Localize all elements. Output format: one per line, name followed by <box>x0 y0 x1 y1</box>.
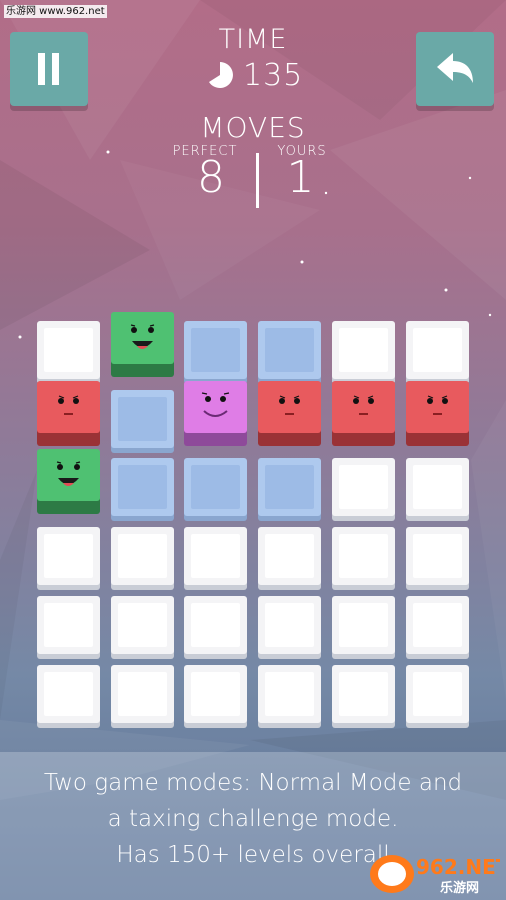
green-block[interactable] <box>37 449 100 501</box>
undo-arrow-icon <box>437 53 473 83</box>
white-tile[interactable] <box>332 458 395 516</box>
moves-divider <box>256 153 259 208</box>
caption-line-2: a taxing challenge mode. <box>107 806 399 832</box>
white-tile[interactable] <box>37 321 100 379</box>
white-tile[interactable] <box>406 458 469 516</box>
white-tile[interactable] <box>406 596 469 654</box>
green-face-icon <box>56 461 81 486</box>
pink-face-icon <box>201 392 230 417</box>
white-tile[interactable] <box>111 527 174 585</box>
red-face-icon <box>58 395 79 415</box>
white-tile[interactable] <box>332 596 395 654</box>
white-tile[interactable] <box>332 321 395 379</box>
blue-tile[interactable] <box>184 458 247 516</box>
game-board[interactable] <box>37 312 471 725</box>
white-tile[interactable] <box>406 527 469 585</box>
white-tile[interactable] <box>258 665 321 723</box>
logo-sub-text: 乐游网 <box>440 880 479 896</box>
white-tile[interactable] <box>184 527 247 585</box>
logo-brand-text: 962.NET <box>416 855 500 879</box>
white-tile[interactable] <box>406 665 469 723</box>
moves-label: MOVES <box>200 111 306 144</box>
red-block[interactable] <box>332 381 395 433</box>
white-tile[interactable] <box>111 665 174 723</box>
site-logo: 962.NET 乐游网 <box>368 852 506 896</box>
white-tile[interactable] <box>37 596 100 654</box>
blue-tile[interactable] <box>258 321 321 379</box>
time-value: 135 <box>243 57 304 93</box>
white-tile[interactable] <box>258 527 321 585</box>
blue-tile[interactable] <box>258 458 321 516</box>
blue-tile[interactable] <box>111 458 174 516</box>
white-tile[interactable] <box>111 596 174 654</box>
white-tile[interactable] <box>406 321 469 379</box>
red-block[interactable] <box>37 381 100 433</box>
white-tile[interactable] <box>184 596 247 654</box>
blue-tile[interactable] <box>111 390 174 448</box>
pink-block[interactable] <box>184 381 247 433</box>
blue-tile[interactable] <box>184 321 247 379</box>
green-face-icon <box>130 324 155 349</box>
white-tile[interactable] <box>184 665 247 723</box>
red-face-icon <box>279 395 300 415</box>
green-block[interactable] <box>111 312 174 364</box>
white-tile[interactable] <box>332 527 395 585</box>
white-tile[interactable] <box>37 665 100 723</box>
white-tile[interactable] <box>258 596 321 654</box>
caption-line-1: Two game modes: Normal Mode and <box>43 770 463 796</box>
time-label: TIME <box>218 24 288 55</box>
timer: 135 <box>205 57 315 93</box>
red-face-icon <box>427 395 448 415</box>
white-tile[interactable] <box>37 527 100 585</box>
perfect-moves-value: 8 <box>197 152 226 203</box>
your-moves-value: 1 <box>286 152 316 203</box>
red-block[interactable] <box>406 381 469 433</box>
timer-pie-icon <box>209 62 233 88</box>
watermark: 乐游网 www.962.net <box>4 5 107 18</box>
undo-button[interactable] <box>416 32 494 106</box>
pause-icon <box>38 53 59 85</box>
red-block[interactable] <box>258 381 321 433</box>
red-face-icon <box>353 395 374 415</box>
white-tile[interactable] <box>332 665 395 723</box>
pause-button[interactable] <box>10 32 88 106</box>
